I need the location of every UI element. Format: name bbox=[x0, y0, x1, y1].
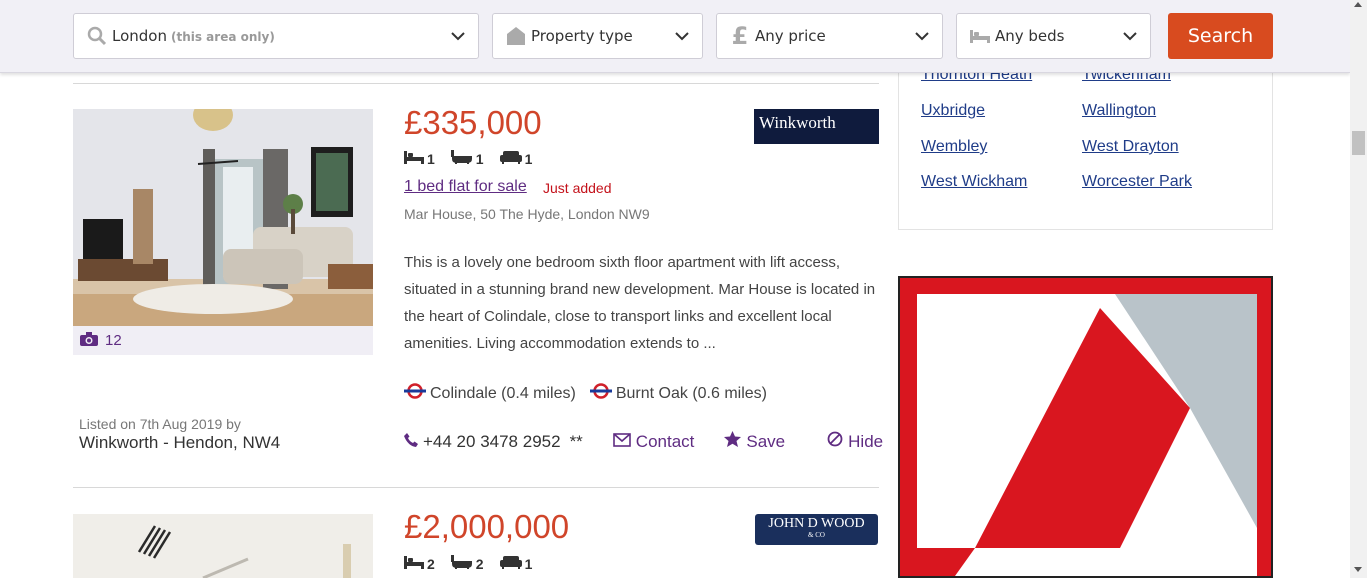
nearby-stations: Colindale (0.4 miles) Burnt Oak (0.6 mil… bbox=[404, 383, 767, 404]
listing-title-link[interactable]: 1 bed flat for sale bbox=[404, 178, 527, 196]
bed-icon bbox=[404, 150, 424, 167]
location-value: London bbox=[112, 27, 167, 45]
page-scrollbar[interactable] bbox=[1350, 0, 1367, 578]
just-added-badge: Just added bbox=[543, 180, 612, 196]
house-icon bbox=[501, 26, 531, 46]
search-bar: London (this area only) Property type £ A… bbox=[0, 0, 1350, 73]
reception-count: 1 bbox=[524, 555, 533, 572]
phone-icon bbox=[404, 432, 418, 452]
agent-logo-winkworth[interactable]: Winkworth bbox=[754, 109, 879, 144]
listing-price: £2,000,000 bbox=[404, 508, 570, 545]
beds-select[interactable]: Any beds bbox=[956, 13, 1151, 59]
phone-link[interactable]: +44 20 3478 2952 ** bbox=[404, 432, 583, 452]
reception-count: 1 bbox=[524, 150, 533, 167]
listing-description: This is a lovely one bedroom sixth floor… bbox=[404, 254, 876, 352]
price-label: Any price bbox=[755, 27, 826, 45]
bed-count: 2 bbox=[427, 555, 435, 572]
property-type-select[interactable]: Property type bbox=[492, 13, 703, 59]
area-link[interactable]: Wembley bbox=[921, 138, 987, 156]
area-link[interactable]: West Wickham bbox=[921, 173, 1027, 191]
station-item: Colindale (0.4 miles) bbox=[404, 383, 576, 404]
chevron-down-icon bbox=[902, 31, 942, 41]
listing-photo[interactable] bbox=[73, 109, 373, 326]
pound-icon: £ bbox=[731, 22, 749, 50]
listing-photo[interactable] bbox=[73, 514, 373, 578]
beds-label: Any beds bbox=[995, 27, 1065, 45]
location-select[interactable]: London (this area only) bbox=[73, 13, 479, 59]
no-entry-icon bbox=[827, 431, 843, 452]
area-link[interactable]: Worcester Park bbox=[1082, 173, 1192, 191]
advertisement-banner[interactable] bbox=[898, 276, 1273, 578]
agent-name[interactable]: Winkworth - Hendon, NW4 bbox=[79, 433, 280, 453]
divider bbox=[73, 83, 879, 84]
location-hint: (this area only) bbox=[170, 30, 275, 44]
station-item: Burnt Oak (0.6 miles) bbox=[589, 383, 767, 404]
phone-suffix: ** bbox=[569, 431, 583, 451]
bed-icon bbox=[404, 555, 424, 572]
listing-actions: +44 20 3478 2952 ** Contact Save Hide bbox=[404, 431, 883, 452]
chevron-down-icon bbox=[438, 31, 478, 41]
agent-logo-john-d-wood[interactable]: JOHN D WOOD & CO bbox=[755, 514, 878, 545]
underground-icon bbox=[404, 383, 426, 404]
bath-icon bbox=[450, 150, 473, 167]
bath-icon bbox=[450, 555, 473, 572]
bed-icon bbox=[965, 28, 995, 44]
photo-count-bar[interactable]: 12 bbox=[73, 326, 373, 355]
chevron-down-icon bbox=[662, 31, 702, 41]
listing-address: Mar House, 50 The Hyde, London NW9 bbox=[404, 206, 650, 222]
phone-number: +44 20 3478 2952 bbox=[423, 431, 561, 451]
search-button[interactable]: Search bbox=[1168, 13, 1273, 59]
room-counts: 1 1 1 bbox=[404, 150, 542, 167]
envelope-icon bbox=[612, 432, 631, 452]
star-icon bbox=[724, 431, 742, 452]
bath-count: 2 bbox=[475, 555, 484, 572]
listing-price: £335,000 bbox=[404, 104, 542, 141]
search-icon bbox=[82, 26, 112, 46]
bed-count: 1 bbox=[427, 150, 435, 167]
divider bbox=[73, 487, 879, 488]
contact-button[interactable]: Contact bbox=[612, 432, 694, 452]
scroll-up-arrow-icon[interactable] bbox=[1354, 2, 1362, 7]
area-link[interactable]: Wallington bbox=[1082, 102, 1156, 120]
chevron-down-icon bbox=[1110, 31, 1150, 41]
room-counts: 2 2 1 bbox=[404, 555, 542, 572]
scroll-down-arrow-icon[interactable] bbox=[1354, 567, 1362, 572]
photo-count: 12 bbox=[105, 332, 122, 349]
property-type-label: Property type bbox=[531, 27, 633, 45]
save-button[interactable]: Save bbox=[724, 431, 785, 452]
area-link[interactable]: West Drayton bbox=[1082, 138, 1179, 156]
sofa-icon bbox=[499, 555, 522, 572]
underground-icon bbox=[589, 383, 612, 404]
bath-count: 1 bbox=[475, 150, 484, 167]
hide-button[interactable]: Hide bbox=[827, 431, 883, 452]
scroll-thumb[interactable] bbox=[1352, 131, 1365, 155]
listed-date: Listed on 7th Aug 2019 by bbox=[79, 416, 241, 432]
area-link[interactable]: Uxbridge bbox=[921, 102, 985, 120]
sofa-icon bbox=[499, 150, 522, 167]
price-select[interactable]: £ Any price bbox=[716, 13, 943, 59]
camera-icon bbox=[80, 331, 98, 350]
